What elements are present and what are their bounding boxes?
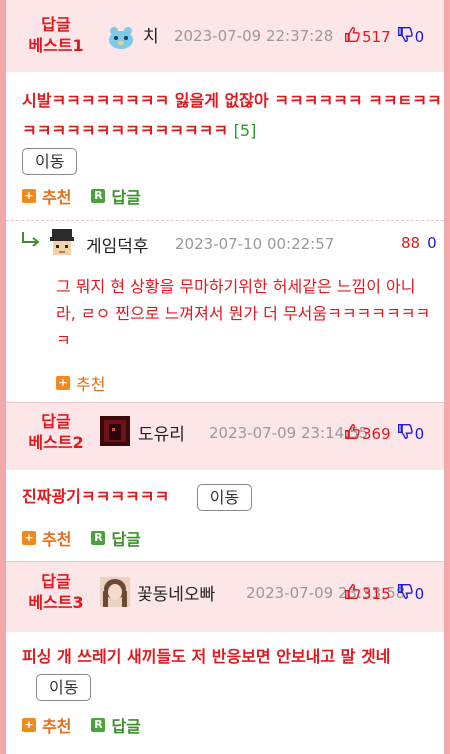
plus-square-icon: +: [56, 376, 70, 390]
move-button[interactable]: 이동: [36, 674, 92, 701]
thumbs-up-icon[interactable]: [344, 423, 361, 444]
reply-nickname[interactable]: 게임덕후: [86, 232, 149, 257]
reply-date: 2023-07-10 00:22:57: [175, 235, 335, 253]
comment-actions: + 추천 R 답글: [22, 184, 141, 208]
comment-body: 피싱 개 쓰레기 새끼들도 저 반응보면 안보내고 말 겟네 이동: [22, 642, 432, 702]
reply-button[interactable]: 답글: [111, 184, 140, 208]
comment-date: 2023-07-09 22:37:28: [174, 27, 334, 45]
recommend-button[interactable]: 추천: [42, 526, 71, 550]
best-rank-label: 답글 베스트3: [28, 572, 84, 612]
best-rank-label: 답글 베스트1: [28, 15, 84, 55]
downvote-count: 0: [414, 424, 425, 443]
reply-button[interactable]: 답글: [111, 526, 140, 550]
reply-text: 그 뭐지 현 상황을 무마하기위한 허세같은 느낌이 아니라, ㄹㅇ 찐으로 느…: [56, 277, 431, 350]
downvote-count: 0: [427, 234, 437, 252]
avatar[interactable]: [106, 22, 136, 52]
upvote-count: 315: [362, 584, 391, 603]
avatar[interactable]: [46, 227, 78, 259]
upvote-count: 517: [362, 27, 391, 46]
divider: [6, 220, 444, 221]
r-badge-icon: R: [91, 531, 106, 545]
downvote-count: 0: [414, 584, 425, 603]
comment-nickname[interactable]: 치: [143, 22, 159, 47]
thumbs-down-icon[interactable]: [397, 583, 414, 604]
comment-nickname[interactable]: 꽃동네오빠: [137, 580, 215, 605]
reply-count[interactable]: [5]: [234, 121, 257, 140]
vote-counts: 315 0: [344, 583, 424, 604]
plus-square-icon: +: [22, 189, 36, 203]
comment-nickname[interactable]: 도유리: [138, 420, 185, 445]
comment-text: 시발ㅋㅋㅋㅋㅋㅋㅋㅋ 잃을게 없잖아 ㅋㅋㅋㅋㅋㅋ ㅋㅋㅌㅋㅋㅋㅋㅋㅋㅋㅋㅋㅋㅋ…: [22, 91, 442, 140]
comment-body: 진짜광기ㅋㅋㅋㅋㅋㅋ 이동: [22, 482, 442, 512]
thumbs-down-icon[interactable]: [397, 26, 414, 47]
avatar[interactable]: [100, 416, 130, 446]
thumbs-down-icon[interactable]: [397, 423, 414, 444]
reply-actions: + 추천: [56, 371, 125, 395]
thumbs-up-icon[interactable]: [344, 26, 361, 47]
plus-square-icon: +: [22, 718, 36, 732]
comment-text: 피싱 개 쓰레기 새끼들도 저 반응보면 안보내고 말 겟네: [22, 647, 391, 666]
vote-counts: 517 0: [344, 26, 424, 47]
downvote-count: 0: [414, 27, 425, 46]
upvote-count: 88: [401, 234, 421, 252]
recommend-button[interactable]: 추천: [42, 713, 71, 737]
r-badge-icon: R: [91, 189, 106, 203]
comment-actions: + 추천 R 답글: [22, 526, 141, 550]
comment-body: 시발ㅋㅋㅋㅋㅋㅋㅋㅋ 잃을게 없잖아 ㅋㅋㅋㅋㅋㅋ ㅋㅋㅌㅋㅋㅋㅋㅋㅋㅋㅋㅋㅋㅋ…: [22, 86, 442, 176]
r-badge-icon: R: [91, 718, 106, 732]
move-button[interactable]: 이동: [22, 148, 78, 175]
comment-actions: + 추천 R 답글: [22, 713, 141, 737]
recommend-button[interactable]: 추천: [76, 371, 105, 395]
reply-vote-counts: 88 0: [400, 234, 437, 252]
reply-arrow-icon: [20, 230, 42, 254]
comment-header: 답글 베스트3 꽃동네오빠 2023-07-09 23:53:58 315 0: [6, 562, 444, 632]
vote-counts: 369 0: [344, 423, 424, 444]
avatar[interactable]: [100, 577, 130, 607]
thumbs-up-icon[interactable]: [344, 583, 361, 604]
recommend-button[interactable]: 추천: [42, 184, 71, 208]
move-button[interactable]: 이동: [196, 484, 253, 511]
comment-text: 진짜광기ㅋㅋㅋㅋㅋㅋ: [22, 487, 170, 506]
reply-button[interactable]: 답글: [111, 713, 140, 737]
comment-header: 답글 베스트1 치 2023-07-09 22:37:28 517 0: [6, 0, 444, 72]
upvote-count: 369: [362, 424, 391, 443]
comment-header: 답글 베스트2 도유리 2023-07-09 23:14:55 369 0: [6, 403, 444, 470]
best-rank-label: 답글 베스트2: [28, 412, 84, 452]
best-replies-panel: 답글 베스트1 치 2023-07-09 22:37:28 517 0 시발ㅋㅋ…: [6, 0, 444, 754]
plus-square-icon: +: [22, 531, 36, 545]
